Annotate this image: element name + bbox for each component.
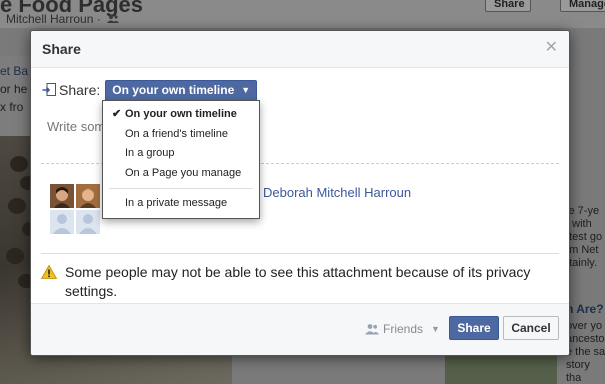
- menu-item-private-message[interactable]: In a private message: [103, 194, 259, 214]
- share-target-value: On your own timeline: [112, 83, 235, 97]
- background-share-button: Share: [485, 0, 531, 12]
- attachment-photo: [50, 184, 74, 208]
- audience-label: Friends: [383, 322, 424, 336]
- share-button[interactable]: Share: [449, 316, 499, 340]
- share-icon: [42, 83, 56, 96]
- background-right-text: over yo ancestor's e the sa story tha: [566, 320, 605, 384]
- attachment-photo: [76, 210, 100, 234]
- audience-selector[interactable]: Friends ▼: [365, 322, 440, 336]
- background-right-line: e the sa: [566, 346, 605, 358]
- close-icon[interactable]: ✕: [545, 40, 558, 56]
- background-header: e Food Pages Mitchell Harroun · Share Ma…: [0, 0, 605, 28]
- attachment-photo: [76, 184, 100, 208]
- menu-item-friends-timeline[interactable]: On a friend's timeline: [103, 125, 259, 145]
- privacy-warning: Some people may not be able to see this …: [41, 263, 551, 301]
- background-photo: [445, 352, 557, 384]
- menu-divider: [109, 188, 253, 189]
- share-label: Share:: [59, 82, 101, 98]
- dialog-footer: Friends ▼ Share Cancel: [31, 303, 569, 355]
- attachment-photos[interactable]: [50, 184, 100, 234]
- background-author-line: Mitchell Harroun ·: [6, 12, 120, 26]
- menu-item-label: On your own timeline: [125, 108, 237, 120]
- chevron-down-icon: ▼: [431, 324, 440, 334]
- chevron-down-icon: ▼: [241, 85, 251, 95]
- friends-icon: [365, 324, 379, 335]
- background-right-line: ancestor's: [566, 333, 605, 345]
- attachment-photo: [50, 210, 74, 234]
- background-right-title: n Are?: [566, 302, 604, 316]
- check-icon: ✔: [112, 108, 122, 120]
- share-target-menu: ✔ On your own timeline On a friend's tim…: [102, 100, 260, 219]
- menu-item-own-timeline[interactable]: ✔ On your own timeline: [103, 105, 259, 125]
- divider: [41, 253, 559, 254]
- background-left-text: or he: [0, 82, 28, 96]
- privacy-warning-text: Some people may not be able to see this …: [65, 264, 531, 299]
- menu-item-label: On a Page you manage: [125, 166, 242, 179]
- attachment-owner-link[interactable]: Deborah Mitchell Harroun: [263, 185, 411, 200]
- background-left-text: x fro: [0, 100, 24, 114]
- share-target-row: Share: On your own timeline ▼: [41, 79, 258, 101]
- background-author-text: Mitchell Harroun ·: [6, 12, 101, 26]
- friends-icon: [107, 15, 120, 23]
- background-left-column: et Ba or he x fro: [0, 56, 30, 136]
- background-right-line: story tha: [566, 359, 590, 384]
- menu-item-label: In a private message: [125, 197, 228, 209]
- background-manage-button: Manage: [560, 0, 605, 12]
- menu-item-page[interactable]: On a Page you manage: [103, 164, 259, 184]
- warning-icon: [41, 265, 57, 279]
- background-left-text: et Ba: [0, 64, 29, 78]
- menu-item-group[interactable]: In a group: [103, 144, 259, 164]
- share-target-dropdown[interactable]: On your own timeline ▼: [105, 79, 258, 101]
- background-right-line: over yo: [566, 320, 603, 332]
- cancel-button[interactable]: Cancel: [503, 316, 559, 340]
- dialog-title: Share: [42, 41, 81, 57]
- write-something-input[interactable]: Write som: [47, 119, 105, 134]
- dialog-header: Share ✕: [31, 31, 569, 68]
- menu-item-label: In a group: [125, 147, 175, 159]
- menu-item-label: On a friend's timeline: [125, 127, 228, 140]
